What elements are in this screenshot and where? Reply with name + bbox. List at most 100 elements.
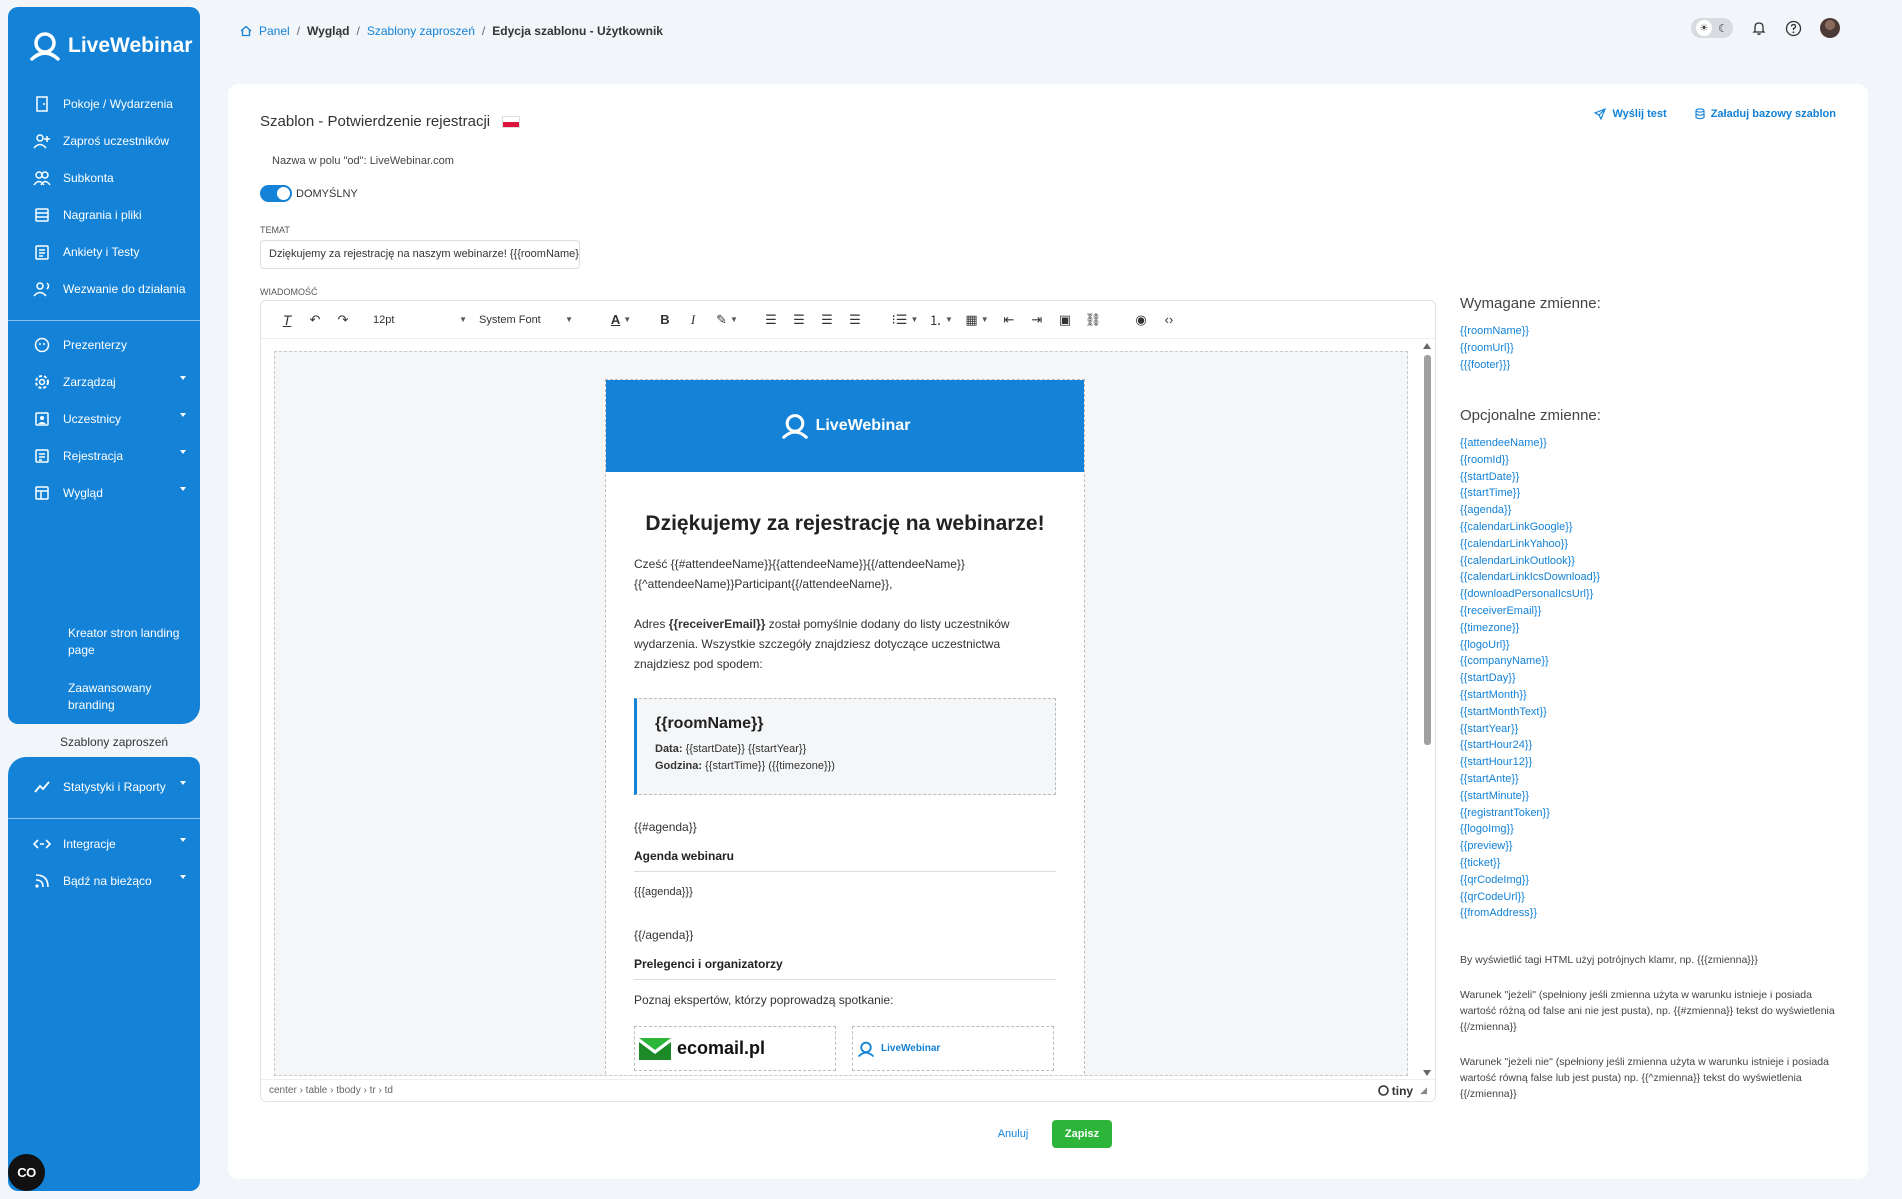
variable-item[interactable]: {{calendarLinkYahoo}} xyxy=(1460,536,1600,553)
variable-item[interactable]: {{fromAddress}} xyxy=(1460,905,1600,922)
indent-button[interactable]: ⇥ xyxy=(1023,308,1051,332)
sidebar-item-invite[interactable]: Zaproś uczestników xyxy=(32,126,192,156)
avatar[interactable] xyxy=(1820,18,1840,38)
align-left-button[interactable]: ☰ xyxy=(757,308,785,332)
variable-item[interactable]: {{roomUrl}} xyxy=(1460,340,1529,357)
breadcrumb-templates[interactable]: Szablony zaproszeń xyxy=(367,24,475,38)
variable-item[interactable]: {{startAnte}} xyxy=(1460,771,1600,788)
variable-item[interactable]: {{agenda}} xyxy=(1460,502,1600,519)
sidebar-item-statistics[interactable]: Statystyki i Raporty xyxy=(32,772,192,802)
variable-item[interactable]: {{startTime}} xyxy=(1460,485,1600,502)
bullet-list-button[interactable]: ⁝☰ ▼ xyxy=(887,308,923,332)
tiny-brand[interactable]: tiny ◢ xyxy=(1377,1084,1427,1098)
sidebar-item-registration[interactable]: Rejestracja xyxy=(32,441,192,471)
app-logo[interactable]: LiveWebinar xyxy=(28,31,192,61)
co-badge[interactable]: CO xyxy=(8,1154,45,1191)
outdent-button[interactable]: ⇤ xyxy=(995,308,1023,332)
variable-item[interactable]: {{startMonthText}} xyxy=(1460,704,1600,721)
variable-item[interactable]: {{calendarLinkOutlook}} xyxy=(1460,553,1600,570)
justify-button[interactable]: ☰ xyxy=(841,308,869,332)
image-button[interactable]: ▣ xyxy=(1051,308,1079,332)
variable-item[interactable]: {{logoUrl}} xyxy=(1460,637,1600,654)
redo-button[interactable]: ↷ xyxy=(329,308,357,332)
table-button[interactable]: ▦ ▼ xyxy=(959,308,995,332)
sidebar-item-surveys[interactable]: Ankiety i Testy xyxy=(32,237,192,267)
variable-item[interactable]: {{attendeeName}} xyxy=(1460,435,1600,452)
livewebinar-logo-icon xyxy=(858,1041,874,1057)
font-size-select[interactable]: 12pt ▼ xyxy=(367,308,473,332)
variable-item[interactable]: {{roomName}} xyxy=(1460,323,1529,340)
subject-input[interactable]: Dziękujemy za rejestrację na naszym webi… xyxy=(260,240,580,269)
sidebar-item-recordings[interactable]: Nagrania i pliki xyxy=(32,200,192,230)
variable-item[interactable]: {{ticket}} xyxy=(1460,855,1600,872)
variable-item[interactable]: {{{footer}}} xyxy=(1460,357,1529,374)
home-icon[interactable] xyxy=(240,25,252,37)
sidebar-subitem-invitation-templates[interactable]: Szablony zaproszeń xyxy=(12,728,200,755)
sidebar-item-manage[interactable]: Zarządzaj xyxy=(32,367,192,397)
align-right-button[interactable]: ☰ xyxy=(813,308,841,332)
sidebar-item-presenters[interactable]: Prezenterzy xyxy=(32,330,192,360)
variable-item[interactable]: {{logoImg}} xyxy=(1460,821,1600,838)
preview-button[interactable]: ◉ xyxy=(1127,308,1155,332)
scroll-up-icon[interactable] xyxy=(1423,343,1431,349)
sidebar-subitem-branding[interactable]: Zaawansowany branding xyxy=(68,680,188,714)
breadcrumb-home[interactable]: Panel xyxy=(259,24,290,38)
undo-button[interactable]: ↶ xyxy=(301,308,329,332)
theme-toggle[interactable]: ☀ ☾ xyxy=(1691,18,1733,38)
variable-item[interactable]: {{startHour24}} xyxy=(1460,737,1600,754)
sidebar-item-subaccounts[interactable]: Subkonta xyxy=(32,163,192,193)
sidebar-subitem-landing[interactable]: Kreator stron landing page xyxy=(68,625,188,659)
variable-item[interactable]: {{startHour12}} xyxy=(1460,754,1600,771)
variable-item[interactable]: {{startDate}} xyxy=(1460,469,1600,486)
variable-item[interactable]: {{timezone}} xyxy=(1460,620,1600,637)
variable-item[interactable]: {{receiverEmail}} xyxy=(1460,603,1600,620)
variable-item[interactable]: {{downloadPersonalIcsUrl}} xyxy=(1460,586,1600,603)
bold-button[interactable]: B xyxy=(651,308,679,332)
font-family-select[interactable]: System Font ▼ xyxy=(473,308,579,332)
send-test-button[interactable]: Wyślij test xyxy=(1594,108,1667,120)
variable-item[interactable]: {{preview}} xyxy=(1460,838,1600,855)
variable-item[interactable]: {{calendarLinkGoogle}} xyxy=(1460,519,1600,536)
numbered-list-button[interactable]: ⒈ ▼ xyxy=(923,308,959,332)
editor-scrollbar[interactable] xyxy=(1421,341,1433,1076)
clear-format-button[interactable]: T xyxy=(273,308,301,332)
source-code-button[interactable]: ‹› xyxy=(1155,308,1183,332)
variable-item[interactable]: {{registrantToken}} xyxy=(1460,805,1600,822)
editor-content-area[interactable]: LiveWebinar Dziękujemy za rejestrację na… xyxy=(274,351,1408,1076)
variable-item[interactable]: {{startDay}} xyxy=(1460,670,1600,687)
highlight-button[interactable]: ✎ ▼ xyxy=(707,308,747,332)
text-color-button[interactable]: A ▼ xyxy=(601,308,641,332)
sidebar-item-stay-updated[interactable]: Bądź na bieżąco xyxy=(32,866,192,896)
sidebar-item-appearance[interactable]: Wygląd xyxy=(32,478,192,508)
sidebar-item-call-to-action[interactable]: Wezwanie do działania xyxy=(32,274,192,304)
variable-item[interactable]: {{qrCodeUrl}} xyxy=(1460,889,1600,906)
variable-item[interactable]: {{startYear}} xyxy=(1460,721,1600,738)
sidebar-divider xyxy=(8,320,200,321)
default-toggle[interactable] xyxy=(260,185,292,202)
sidebar-item-integrations[interactable]: Integracje xyxy=(32,829,192,859)
users-icon xyxy=(32,168,52,188)
save-button[interactable]: Zapisz xyxy=(1052,1120,1112,1148)
variable-item[interactable]: {{companyName}} xyxy=(1460,653,1600,670)
bell-icon[interactable] xyxy=(1751,20,1767,36)
breadcrumb: Panel / Wygląd / Szablony zaproszeń / Ed… xyxy=(240,24,663,38)
scroll-down-icon[interactable] xyxy=(1423,1070,1431,1076)
sidebar-item-rooms[interactable]: Pokoje / Wydarzenia xyxy=(32,89,192,119)
align-center-button[interactable]: ☰ xyxy=(785,308,813,332)
editor-toolbar: T ↶ ↷ 12pt ▼ System Font ▼ A ▼ B I ✎ ▼ ☰ ☰ ☰… xyxy=(261,301,1435,339)
scroll-thumb[interactable] xyxy=(1424,355,1431,745)
cancel-button[interactable]: Anuluj xyxy=(988,1120,1038,1148)
resize-handle-icon[interactable]: ◢ xyxy=(1420,1085,1427,1096)
variable-item[interactable]: {{roomId}} xyxy=(1460,452,1600,469)
italic-button[interactable]: I xyxy=(679,308,707,332)
help-icon[interactable] xyxy=(1785,20,1802,37)
variable-item[interactable]: {{startMonth}} xyxy=(1460,687,1600,704)
chevron-down-icon xyxy=(180,487,186,491)
variable-item[interactable]: {{qrCodeImg}} xyxy=(1460,872,1600,889)
default-toggle-row: DOMYŚLNY xyxy=(260,185,358,202)
variable-item[interactable]: {{startMinute}} xyxy=(1460,788,1600,805)
load-base-template-button[interactable]: Załaduj bazowy szablon xyxy=(1695,108,1836,120)
link-button[interactable]: ⛓ xyxy=(1079,308,1107,332)
sidebar-item-participants[interactable]: Uczestnicy xyxy=(32,404,192,434)
variable-item[interactable]: {{calendarLinkIcsDownload}} xyxy=(1460,569,1600,586)
